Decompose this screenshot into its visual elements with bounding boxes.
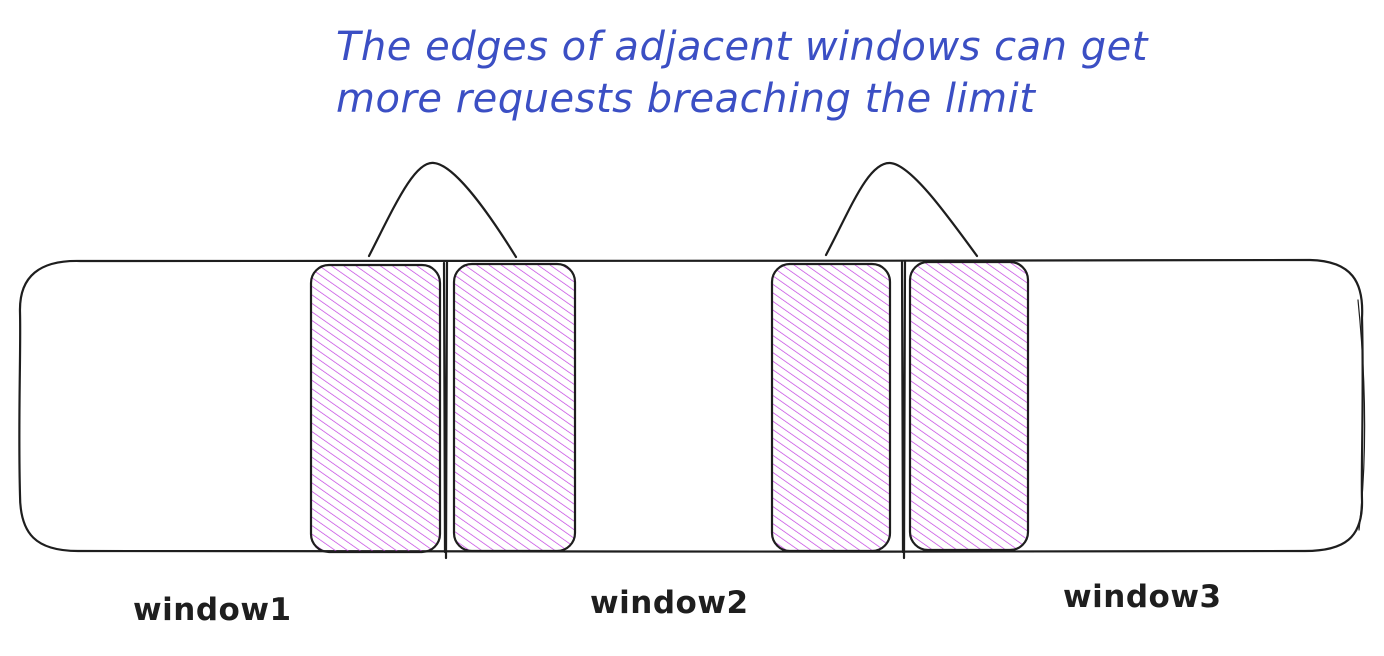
- request-block-window1-end: [309, 263, 442, 554]
- request-block-window2-start: [452, 262, 577, 553]
- window1-label: window1: [133, 592, 292, 628]
- arc-boundary-2-3: [824, 161, 979, 258]
- timeline-bar: [18, 258, 1366, 553]
- annotation-line-2: more requests breaching the limit: [336, 76, 1036, 122]
- window2-label: window2: [590, 585, 749, 621]
- window3-label: window3: [1063, 579, 1222, 615]
- rate-limit-window-diagram: The edges of adjacent windows can get mo…: [18, 24, 1366, 628]
- request-block-window3-start: [908, 260, 1030, 552]
- annotation-line-1: The edges of adjacent windows can get: [336, 24, 1149, 70]
- request-block-window2-end: [770, 262, 892, 553]
- window-boundary-2-3: [900, 259, 907, 560]
- arc-boundary-1-2: [367, 161, 518, 259]
- window-boundary-1-2: [442, 260, 449, 560]
